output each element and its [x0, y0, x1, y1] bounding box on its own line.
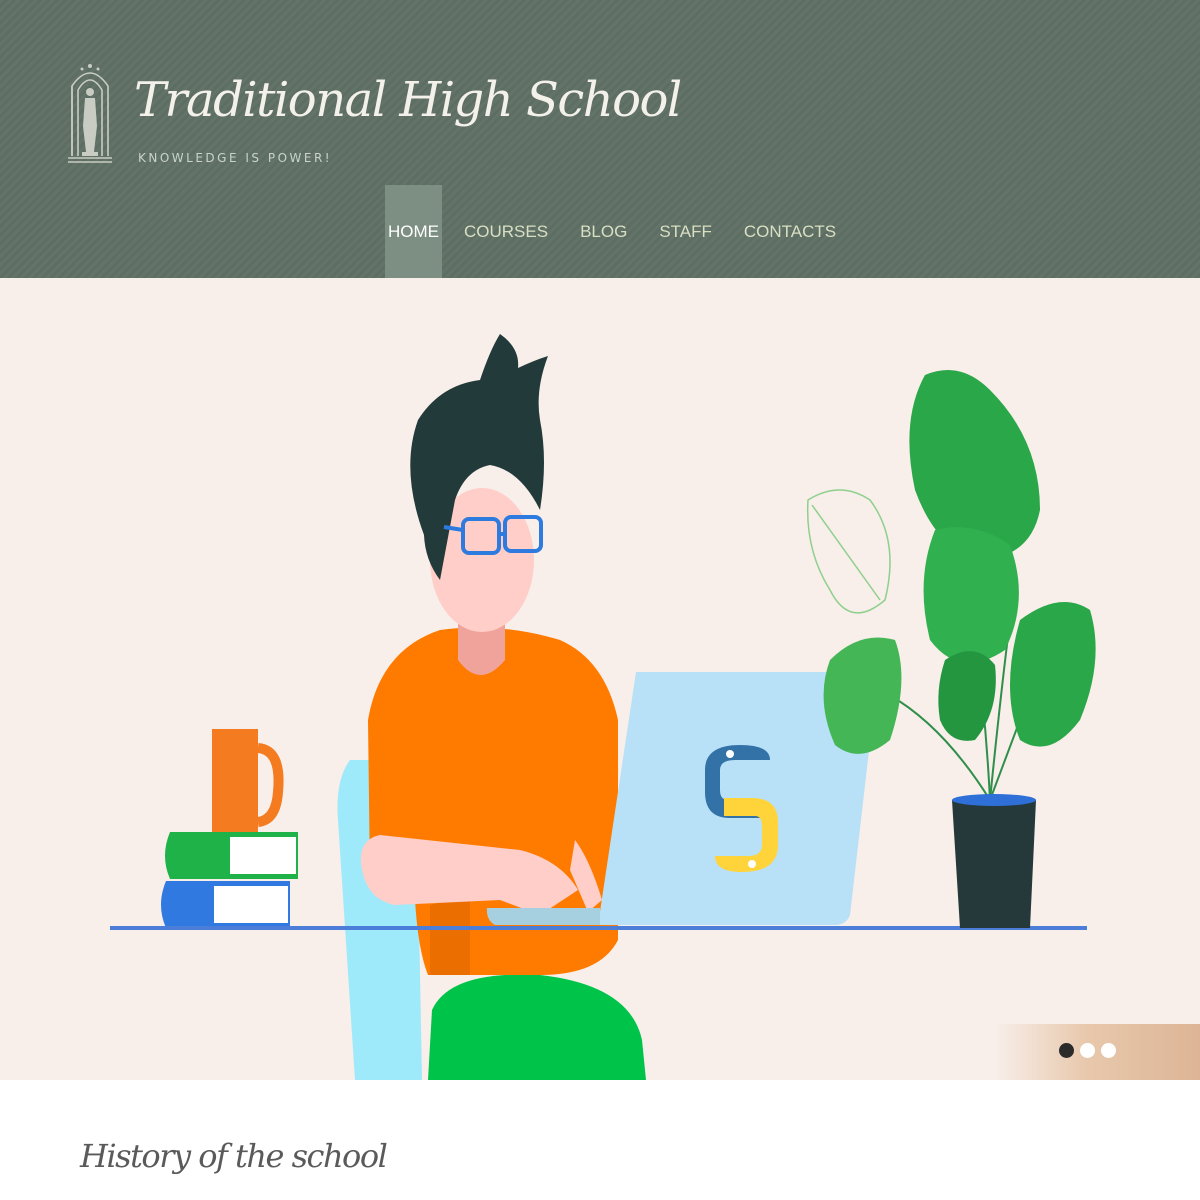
slider-pagination	[995, 1024, 1200, 1080]
books	[161, 832, 298, 928]
nav-item-home[interactable]: HOME	[385, 185, 442, 278]
desk	[110, 926, 1087, 930]
history-heading: History of the school	[80, 1137, 388, 1175]
site-title[interactable]: Traditional High School	[134, 76, 682, 124]
slide-dot-3[interactable]	[1101, 1043, 1116, 1058]
nav-item-staff[interactable]: STAFF	[643, 185, 728, 278]
site-tagline: KNOWLEDGE IS POWER!	[138, 151, 333, 165]
mug	[212, 729, 284, 841]
school-emblem-icon[interactable]	[66, 56, 114, 164]
slide-dot-1[interactable]	[1059, 1043, 1074, 1058]
site-header: Traditional High School KNOWLEDGE IS POW…	[0, 0, 1200, 278]
hero-slider	[0, 278, 1200, 1080]
nav-item-contacts[interactable]: CONTACTS	[728, 185, 852, 278]
main-navigation: HOME COURSES BLOG STAFF CONTACTS	[385, 185, 852, 278]
nav-item-courses[interactable]: COURSES	[442, 185, 564, 278]
pants	[428, 974, 646, 1080]
nav-item-blog[interactable]: BLOG	[564, 185, 643, 278]
slide-dot-2[interactable]	[1080, 1043, 1095, 1058]
hero-illustration	[110, 334, 1096, 1080]
